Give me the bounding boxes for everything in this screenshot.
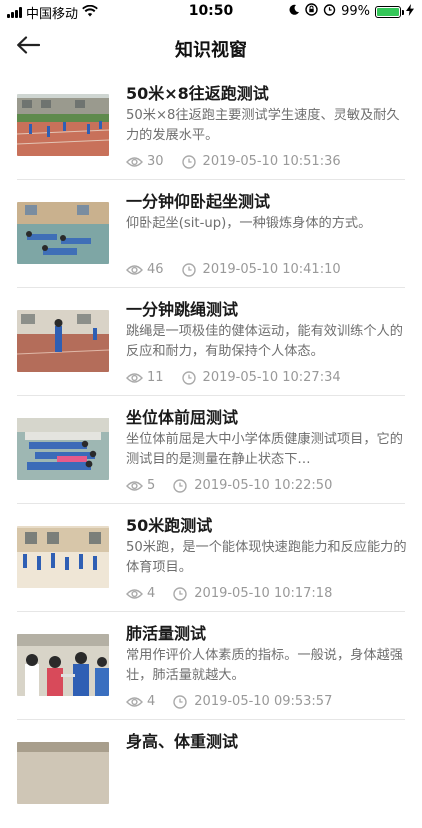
eye-icon	[126, 263, 144, 277]
article-description: 50米跑，是一个能体现快速跑能力和反应能力的体育项目。	[126, 540, 407, 575]
clock-icon	[181, 370, 200, 385]
view-count: 11	[147, 370, 164, 385]
article-description: 坐位体前屈是大中小学体质健康测试项目，它的测试目的是测量在静止状态下…	[126, 432, 403, 467]
eye-icon	[126, 371, 144, 385]
publish-date: 2019-05-10 10:41:10	[202, 262, 341, 277]
view-count: 5	[147, 478, 156, 493]
clock-icon	[181, 154, 200, 169]
article-thumbnail-rope-skipping	[17, 310, 109, 372]
view-count: 4	[147, 694, 156, 709]
list-item[interactable]: 一分钟跳绳测试 跳绳是一项极佳的健体运动，能有效训练个人的反应和耐力，有助保持个…	[0, 288, 422, 396]
list-item[interactable]: 坐位体前屈测试 坐位体前屈是大中小学体质健康测试项目，它的测试目的是测量在静止状…	[0, 396, 422, 504]
eye-icon	[126, 479, 144, 493]
list-item[interactable]: 50米×8往返跑测试 50米×8往返跑主要测试学生速度、灵敏及耐久力的发展水平。…	[0, 72, 422, 180]
clock-icon	[173, 694, 191, 709]
article-thumbnail-sit-up	[17, 202, 109, 264]
eye-icon	[126, 155, 144, 169]
article-title: 身高、体重测试	[126, 732, 239, 751]
article-meta: 4 2019-05-10 09:53:57	[126, 694, 332, 709]
nav-bar: 知识视窗	[0, 24, 422, 70]
article-description: 常用作评价人体素质的指标。一般说，身体越强壮，肺活量就越大。	[126, 648, 403, 683]
list-item[interactable]: 一分钟仰卧起坐测试 仰卧起坐(sit-up)，一种锻炼身体的方式。 46 201…	[0, 180, 422, 288]
status-bar: 中国移动 10:50 99%	[0, 0, 422, 24]
list-item[interactable]: 肺活量测试 常用作评价人体素质的指标。一般说，身体越强壮，肺活量就越大。 4 2…	[0, 612, 422, 720]
view-count: 30	[147, 154, 164, 169]
article-title: 50米跑测试	[126, 516, 213, 535]
view-count: 4	[147, 586, 156, 601]
article-description: 仰卧起坐(sit-up)，一种锻炼身体的方式。	[126, 216, 372, 231]
battery-icon	[375, 5, 404, 18]
alarm-icon	[323, 3, 336, 20]
article-title: 一分钟跳绳测试	[126, 300, 239, 319]
view-count: 46	[147, 262, 164, 277]
list-item[interactable]: 身高、体重测试	[0, 720, 422, 828]
publish-date: 2019-05-10 10:27:34	[202, 370, 341, 385]
article-thumbnail-shuttle-run	[17, 94, 109, 156]
article-meta: 30 2019-05-10 10:51:36	[126, 154, 341, 169]
publish-date: 2019-05-10 10:17:18	[194, 586, 333, 601]
moon-icon	[288, 4, 300, 20]
publish-date: 2019-05-10 10:51:36	[202, 154, 341, 169]
article-thumbnail-height-weight	[17, 742, 109, 804]
article-description: 50米×8往返跑主要测试学生速度、灵敏及耐久力的发展水平。	[126, 108, 400, 143]
charging-icon	[406, 3, 414, 20]
article-meta: 46 2019-05-10 10:41:10	[126, 262, 341, 277]
article-title: 50米×8往返跑测试	[126, 84, 269, 103]
article-meta: 5 2019-05-10 10:22:50	[126, 478, 332, 493]
article-title: 一分钟仰卧起坐测试	[126, 192, 271, 211]
publish-date: 2019-05-10 10:22:50	[194, 478, 333, 493]
article-thumbnail-50m-run	[17, 526, 109, 588]
article-meta: 11 2019-05-10 10:27:34	[126, 370, 341, 385]
clock-icon	[173, 478, 191, 493]
clock-icon	[173, 586, 191, 601]
battery-percent: 99%	[341, 4, 370, 19]
article-title: 肺活量测试	[126, 624, 207, 643]
article-title: 坐位体前屈测试	[126, 408, 239, 427]
article-thumbnail-sit-and-reach	[17, 418, 109, 480]
article-thumbnail-vital-capacity	[17, 634, 109, 696]
status-right: 99%	[288, 3, 414, 20]
page-title: 知识视窗	[175, 40, 247, 61]
publish-date: 2019-05-10 09:53:57	[194, 694, 333, 709]
list-item[interactable]: 50米跑测试 50米跑，是一个能体现快速跑能力和反应能力的体育项目。 4 201…	[0, 504, 422, 612]
article-meta: 4 2019-05-10 10:17:18	[126, 586, 332, 601]
lock-rotation-icon	[305, 3, 318, 20]
article-description: 跳绳是一项极佳的健体运动，能有效训练个人的反应和耐力，有助保持个人体态。	[126, 324, 403, 359]
eye-icon	[126, 587, 144, 601]
eye-icon	[126, 695, 144, 709]
clock-icon	[181, 262, 200, 277]
